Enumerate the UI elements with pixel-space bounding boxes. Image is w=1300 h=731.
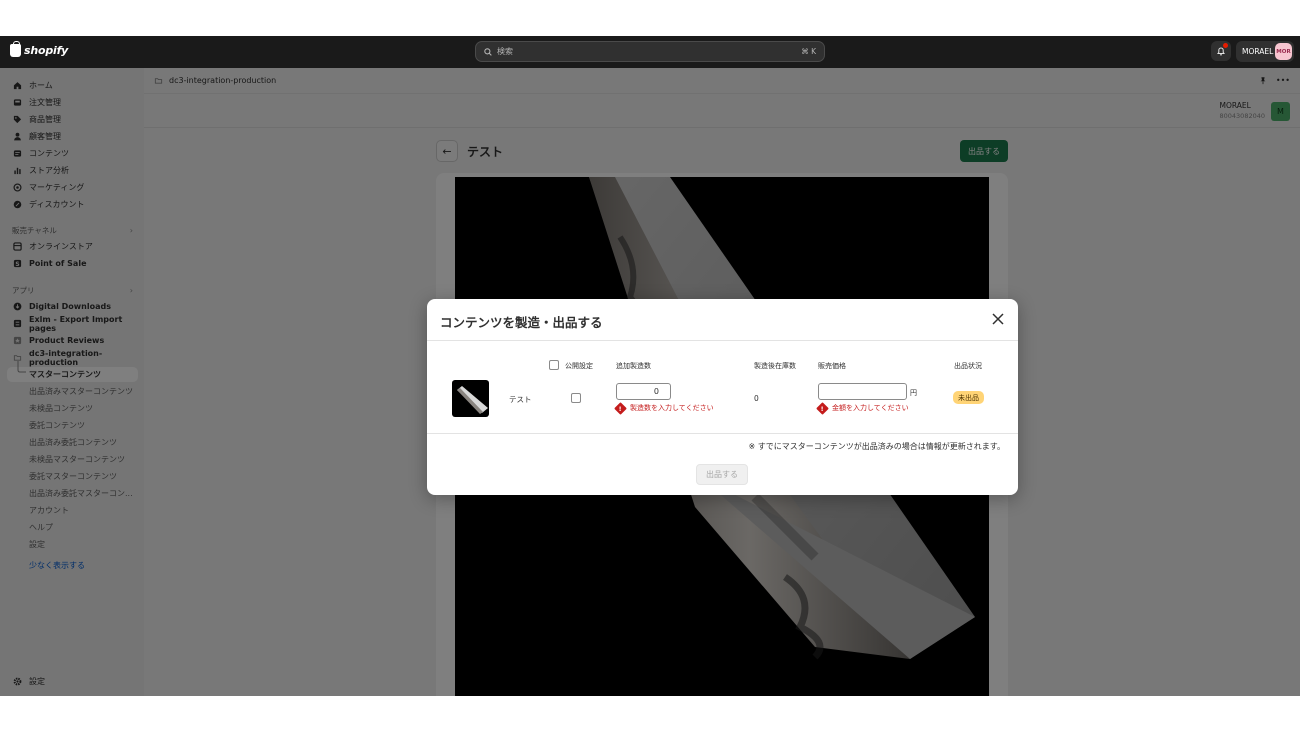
close-icon[interactable] <box>990 311 1006 327</box>
shopify-bag-icon <box>10 41 21 57</box>
search-icon <box>484 47 492 56</box>
modal-publish-button[interactable]: 出品する <box>696 464 748 485</box>
price-unit: 円 <box>910 389 917 397</box>
search-input[interactable]: 検索 ⌘ K <box>475 41 825 62</box>
column-header-stock-after: 製造後在庫数 <box>754 362 796 370</box>
update-note: ※ すでにマスターコンテンツが出品済みの場合は情報が更新されます。 <box>748 442 1005 451</box>
column-header-status: 出品状況 <box>954 362 982 370</box>
brand-name: shopify <box>24 44 69 57</box>
shopify-admin-window: shopify 検索 ⌘ K MORAEL MOR ホーム 注文管理 商品管理 <box>0 36 1300 696</box>
notification-dot <box>1223 43 1228 48</box>
column-header-add-qty: 追加製造数 <box>616 362 651 370</box>
notifications-button[interactable] <box>1211 41 1231 61</box>
store-avatar: MOR <box>1275 43 1292 60</box>
column-header-public: 公開設定 <box>565 362 593 370</box>
add-quantity-input[interactable]: 0 <box>616 383 671 400</box>
top-bar: shopify 検索 ⌘ K MORAEL MOR <box>0 36 1300 68</box>
public-checkbox[interactable] <box>571 393 581 403</box>
modal-title: コンテンツを製造・出品する <box>440 315 603 330</box>
modal-header: コンテンツを製造・出品する <box>427 299 1018 341</box>
search-shortcut: ⌘ K <box>801 47 816 56</box>
error-icon: ! <box>816 401 829 415</box>
add-quantity-error-text: 製造数を入力してください <box>630 404 714 412</box>
error-icon: ! <box>614 401 627 415</box>
shopify-logo[interactable]: shopify <box>10 41 69 57</box>
divider <box>427 433 1018 434</box>
store-menu-button[interactable]: MORAEL MOR <box>1236 41 1294 62</box>
price-error-text: 金額を入力してください <box>832 404 909 412</box>
column-header-price: 販売価格 <box>818 362 846 370</box>
add-quantity-value: 0 <box>653 387 659 396</box>
price-input[interactable] <box>818 383 907 400</box>
add-quantity-error: ! 製造数を入力してください <box>614 401 714 415</box>
stock-after-value: 0 <box>754 394 759 403</box>
search-placeholder: 検索 <box>497 47 513 56</box>
produce-publish-modal: コンテンツを製造・出品する 公開設定 追加製造数 製造後在庫数 販売価格 出品状… <box>427 299 1018 495</box>
status-badge: 未出品 <box>953 391 984 404</box>
content-thumbnail <box>452 380 489 417</box>
select-all-public-checkbox[interactable] <box>549 360 559 370</box>
store-name: MORAEL <box>1242 47 1274 56</box>
price-error: ! 金額を入力してください <box>816 401 909 415</box>
row-content-name: テスト <box>509 395 532 404</box>
